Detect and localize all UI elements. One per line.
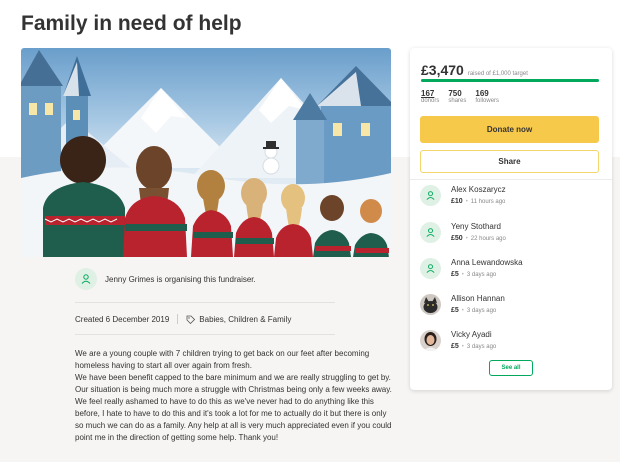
donation-amount: £10 [451,198,463,205]
donation-amount: £5 [451,271,459,278]
story-paragraph: We are a young couple with 7 children tr… [75,349,370,370]
donation-item: Alex Koszarycz £10 • 11 hours ago [420,184,506,207]
donor-name: Anna Lewandowska [451,258,523,267]
tag-icon [186,315,196,324]
hero-image [21,48,391,257]
donation-sidebar: £3,470 raised of £1,000 target 167 donor… [410,48,612,390]
share-button[interactable]: Share [420,150,599,173]
donation-time: 3 days ago [466,272,497,278]
stat-value: 750 [448,89,462,98]
stat-label: followers [475,98,500,104]
divider [75,302,335,303]
user-heart-icon [420,222,441,243]
stat-label: donors [421,98,440,104]
progress-fill [421,79,599,82]
cat-photo [420,294,441,315]
donor-name: Alex Koszarycz [451,185,506,194]
donation-time: 22 hours ago [470,236,506,242]
donation-amount: £50 [451,235,463,242]
created-date: Created 6 December 2019 [75,314,170,324]
fundraiser-meta: Created 6 December 2019 Babies, Children… [75,313,335,325]
stat-shares: 750 shares [448,89,466,104]
user-heart-icon [420,185,441,206]
category-link[interactable]: Babies, Children & Family [199,315,291,324]
stat-value[interactable]: 167 [421,89,439,98]
stat-donors[interactable]: 167 donors [421,89,439,104]
progress-bar [421,79,599,82]
divider [75,334,335,335]
organiser-row: Jenny Grimes is organising this fundrais… [75,268,335,290]
donation-amount: £5 [451,343,459,350]
amount-value: £3,470 [421,62,464,78]
donor-name: Vicky Ayadi [451,330,492,339]
donation-time: 11 hours ago [470,199,506,205]
user-heart-icon [420,258,441,279]
stat-followers: 169 followers [475,89,499,104]
see-all-button[interactable]: See all [489,360,533,376]
stats-row: 167 donors 750 shares 169 followers [421,89,508,104]
story-text: We are a young couple with 7 children tr… [75,348,397,444]
divider [410,179,612,180]
story-paragraph: We have been benefit capped to the bare … [75,373,392,442]
amount-raised: £3,470 raised of £1,000 target [421,62,528,78]
donation-item: Vicky Ayadi £5 • 3 days ago [420,329,496,352]
donation-item: Allison Hannan £5 • 3 days ago [420,293,505,316]
person-photo [420,330,441,351]
user-heart-icon [75,268,97,290]
donation-time: 3 days ago [466,344,497,350]
donate-button[interactable]: Donate now [420,116,599,143]
donation-time: 3 days ago [466,308,497,314]
meta-separator [177,314,179,324]
donor-name: Allison Hannan [451,294,505,303]
donor-name: Yeny Stothard [451,222,501,231]
organiser-text: Jenny Grimes is organising this fundrais… [105,274,256,284]
stat-label: shares [448,98,467,104]
target-text: raised of £1,000 target [467,71,528,77]
donation-item: Anna Lewandowska £5 • 3 days ago [420,257,523,280]
donation-item: Yeny Stothard £50 • 22 hours ago [420,221,506,244]
family-christmas-illustration [21,50,391,257]
page-title: Family in need of help [21,12,242,35]
donation-amount: £5 [451,307,459,314]
stat-value: 169 [475,89,489,98]
